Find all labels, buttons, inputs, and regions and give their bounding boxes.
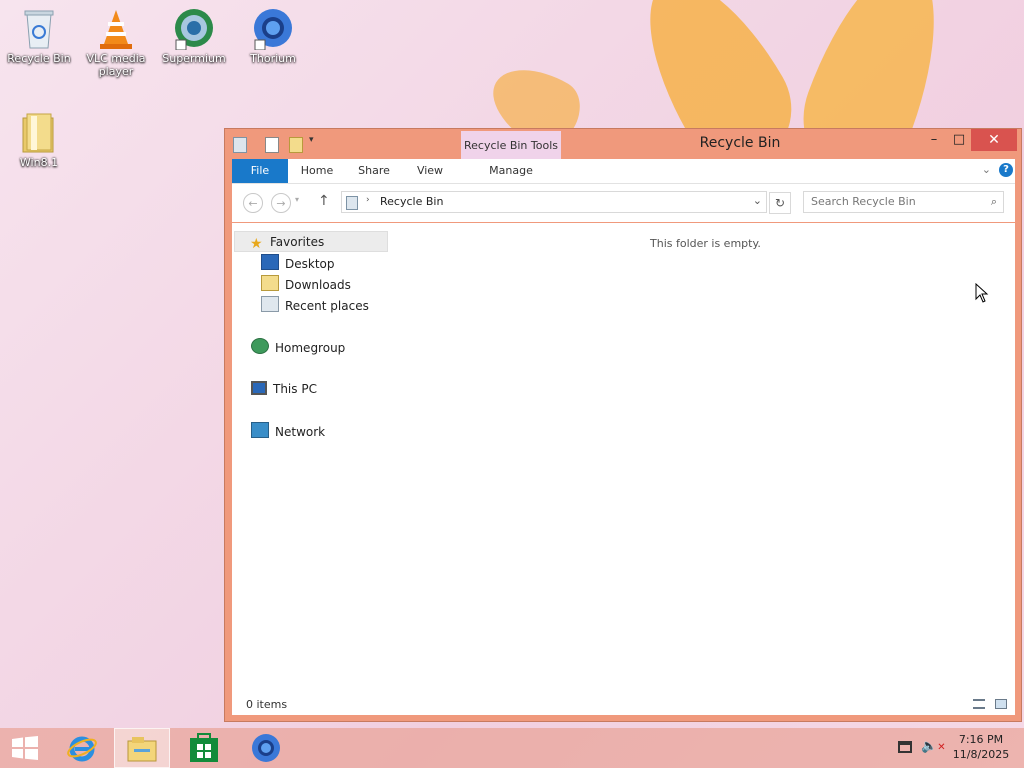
windows-logo-icon [12, 736, 38, 760]
desktop-icon-supermium[interactable]: Supermium [158, 6, 230, 65]
refresh-icon[interactable]: ↻ [769, 192, 791, 214]
breadcrumb-separator-icon[interactable]: › [366, 195, 370, 205]
nav-homegroup[interactable]: Homegroup [251, 338, 345, 357]
tab-view[interactable]: View [408, 159, 452, 183]
desktop-icon-recycle-bin[interactable]: Recycle Bin [3, 6, 75, 65]
tab-manage[interactable]: Manage [462, 159, 560, 183]
new-folder-icon[interactable] [289, 137, 303, 153]
folder-icon [17, 110, 61, 154]
large-icons-view-icon[interactable] [995, 699, 1007, 709]
properties-icon[interactable] [265, 137, 279, 153]
desktop-icon-label: Supermium [162, 52, 226, 65]
thorium-icon [251, 6, 295, 51]
contextual-tab-group: Recycle Bin Tools [461, 131, 561, 159]
desktop-icon-label: Thorium [250, 52, 296, 65]
supermium-icon [172, 6, 216, 51]
clock[interactable]: 7:16 PM 11/8/2025 [950, 733, 1012, 761]
status-item-count: 0 items [246, 698, 288, 711]
minimize-button[interactable]: – [921, 129, 947, 151]
network-icon [251, 422, 269, 438]
taskbar-store[interactable] [176, 728, 232, 768]
taskbar-file-explorer[interactable] [114, 728, 170, 768]
help-icon[interactable]: ? [999, 163, 1013, 177]
empty-folder-message: This folder is empty. [650, 237, 761, 250]
desktop-icon [261, 254, 279, 270]
up-arrow-icon[interactable]: ↑ [318, 193, 330, 209]
address-dropdown-icon[interactable]: ⌄ [753, 194, 762, 207]
taskbar-internet-explorer[interactable] [55, 728, 111, 768]
taskbar: 🔈✕ 7:16 PM 11/8/2025 [0, 728, 1024, 768]
desktop-icon-thorium[interactable]: Thorium [237, 6, 309, 65]
content-area: ★ Favorites Desktop Downloads Recent plac… [232, 223, 1015, 715]
thorium-taskbar-icon [252, 734, 280, 762]
nav-recent-places[interactable]: Recent places [261, 296, 369, 315]
maximize-button[interactable]: □ [947, 129, 971, 151]
address-row: ← → ▾ ↑ › Recycle Bin ⌄ ↻ Search Recycle… [232, 184, 1015, 222]
search-placeholder: Search Recycle Bin [811, 195, 916, 208]
nav-network[interactable]: Network [251, 422, 325, 441]
volume-muted-icon[interactable]: 🔈✕ [921, 739, 946, 754]
desktop-icon-vlc[interactable]: VLC media player [80, 6, 152, 78]
qat-dropdown-icon[interactable]: ▾ [309, 135, 314, 145]
taskbar-thorium[interactable] [238, 728, 294, 768]
window-title: Recycle Bin [699, 135, 781, 151]
recent-places-icon [261, 296, 279, 312]
details-view-icon[interactable] [973, 699, 985, 709]
nav-this-pc[interactable]: This PC [251, 380, 317, 398]
search-input[interactable]: Search Recycle Bin ⌕ [803, 191, 1004, 213]
desktop-icon-win81[interactable]: Win8.1 [3, 110, 75, 169]
title-bar[interactable]: ▾ Recycle Bin Tools Recycle Bin – □ ✕ [225, 129, 1021, 159]
recycle-bin-address-icon [346, 196, 358, 210]
desktop-icon-label: Recycle Bin [7, 52, 71, 65]
store-icon [190, 733, 218, 762]
back-button[interactable]: ← [243, 193, 263, 213]
downloads-icon [261, 275, 279, 291]
expand-ribbon-icon[interactable]: ⌄ [982, 163, 991, 176]
vlc-icon [94, 6, 138, 50]
nav-favorites[interactable]: ★ Favorites [250, 233, 324, 252]
recycle-bin-small-icon [233, 137, 247, 153]
tab-file[interactable]: File [232, 159, 288, 183]
computer-icon [251, 381, 267, 395]
start-button[interactable] [0, 728, 50, 768]
clock-date: 11/8/2025 [952, 748, 1010, 761]
star-icon: ★ [250, 236, 263, 252]
nav-downloads[interactable]: Downloads [261, 275, 351, 294]
homegroup-icon [251, 338, 269, 354]
recycle-bin-icon [17, 6, 61, 50]
clock-time: 7:16 PM [958, 733, 1004, 746]
file-explorer-icon [127, 737, 157, 762]
mouse-cursor-icon [975, 283, 989, 303]
forward-button[interactable]: → [271, 193, 291, 213]
recent-locations-icon[interactable]: ▾ [295, 195, 299, 204]
explorer-window: ▾ Recycle Bin Tools Recycle Bin – □ ✕ Fi… [224, 128, 1022, 722]
nav-desktop[interactable]: Desktop [261, 254, 335, 273]
network-status-icon[interactable] [898, 741, 912, 753]
breadcrumb-recycle-bin[interactable]: Recycle Bin [380, 195, 443, 208]
desktop-icon-label: Win8.1 [19, 156, 59, 169]
address-bar[interactable]: › Recycle Bin ⌄ [341, 191, 767, 213]
tab-share[interactable]: Share [350, 159, 398, 183]
tab-home[interactable]: Home [294, 159, 340, 183]
desktop-icon-label: VLC media player [86, 52, 146, 78]
close-button[interactable]: ✕ [971, 129, 1017, 151]
ribbon: File Home Share View Manage ⌄ ? [232, 159, 1015, 184]
search-icon: ⌕ [990, 195, 997, 208]
internet-explorer-icon [67, 736, 97, 762]
